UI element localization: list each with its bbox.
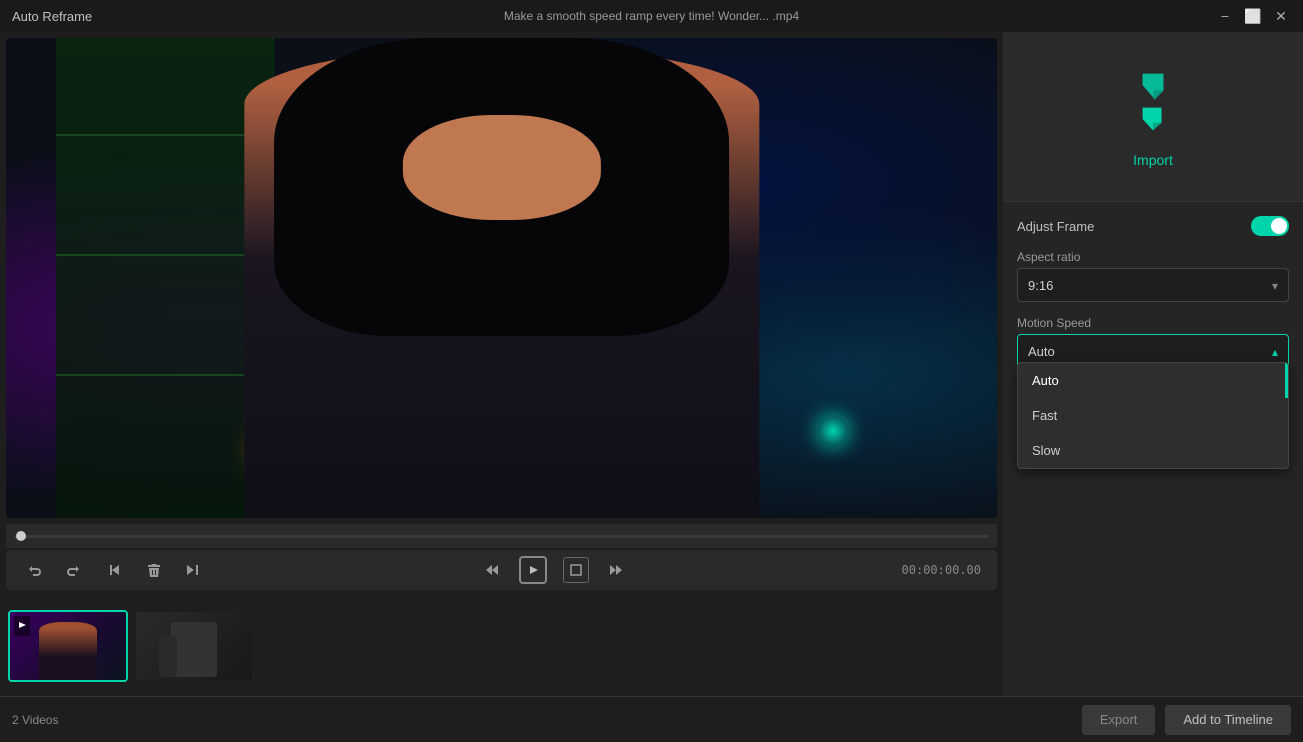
dropdown-item-auto[interactable]: Auto [1018, 363, 1288, 398]
aspect-ratio-chevron [1272, 278, 1278, 293]
import-section: Import [1003, 32, 1303, 202]
aspect-ratio-select[interactable]: 9:16 [1017, 268, 1289, 302]
scrubber-track[interactable] [14, 535, 989, 538]
first-frame-button[interactable] [102, 558, 126, 582]
minimize-button[interactable]: − [1215, 6, 1235, 26]
timeline-scrubber[interactable] [6, 524, 997, 548]
close-button[interactable]: ✕ [1271, 6, 1291, 26]
thumbnail-1[interactable] [8, 610, 128, 682]
filename-label: Make a smooth speed ramp every time! Won… [504, 9, 799, 23]
logo-icon-top [1133, 66, 1173, 106]
undo-button[interactable] [22, 558, 46, 582]
footer-bar: 2 Videos Export Add to Timeline [0, 696, 1303, 742]
motion-speed-value: Auto [1028, 344, 1055, 359]
adjust-frame-header: Adjust Frame [1017, 216, 1289, 236]
thumbnail-2[interactable] [134, 610, 254, 682]
add-to-timeline-button[interactable]: Add to Timeline [1165, 705, 1291, 735]
window-controls: − ⬜ ✕ [1215, 6, 1291, 26]
app-title: Auto Reframe [12, 9, 92, 24]
aspect-ratio-field: Aspect ratio 9:16 [1017, 250, 1289, 302]
dropdown-selected-indicator [1285, 363, 1288, 398]
last-frame-button[interactable] [182, 558, 206, 582]
export-button[interactable]: Export [1082, 705, 1156, 735]
logo-bottom-svg [1135, 101, 1171, 139]
dropdown-slow-label: Slow [1032, 443, 1060, 458]
adjust-frame-toggle[interactable] [1251, 216, 1289, 236]
thumbnail-strip [0, 596, 1003, 696]
video-count-label: 2 Videos [12, 713, 58, 727]
logo-icon-bottom [1135, 102, 1171, 138]
controls-bar: 00:00:00.00 [6, 550, 997, 590]
video-area: 00:00:00.00 [0, 32, 1003, 696]
step-fwd-button[interactable] [605, 558, 629, 582]
motion-speed-label: Motion Speed [1017, 316, 1289, 330]
step-back-button[interactable] [479, 558, 503, 582]
restore-button[interactable]: ⬜ [1243, 6, 1263, 26]
video-preview [6, 38, 997, 518]
video-frame [6, 38, 997, 518]
right-panel: Import Adjust Frame Aspect ratio 9:16 [1003, 32, 1303, 696]
scrubber-thumb[interactable] [16, 531, 26, 541]
dropdown-item-fast[interactable]: Fast [1018, 398, 1288, 433]
delete-button[interactable] [142, 558, 166, 582]
import-button[interactable]: Import [1133, 152, 1173, 168]
redo-button[interactable] [62, 558, 86, 582]
settings-panel: Adjust Frame Aspect ratio 9:16 Motion Sp… [1003, 202, 1303, 696]
motion-speed-chevron [1272, 344, 1278, 359]
main-content: 00:00:00.00 [0, 32, 1303, 696]
time-display: 00:00:00.00 [902, 563, 981, 577]
aspect-ratio-label: Aspect ratio [1017, 250, 1289, 264]
toggle-knob [1271, 218, 1287, 234]
motion-speed-dropdown: Auto Fast Slow [1017, 362, 1289, 469]
adjust-frame-title: Adjust Frame [1017, 219, 1094, 234]
dropdown-fast-label: Fast [1032, 408, 1057, 423]
aspect-ratio-value: 9:16 [1028, 278, 1053, 293]
frame-mode-button[interactable] [563, 557, 589, 583]
titlebar: Auto Reframe Make a smooth speed ramp ev… [0, 0, 1303, 32]
motion-speed-field: Motion Speed Auto [1017, 316, 1289, 368]
dropdown-item-slow[interactable]: Slow [1018, 433, 1288, 468]
play-button[interactable] [519, 556, 547, 584]
import-icon-area [1133, 66, 1173, 138]
dropdown-auto-label: Auto [1032, 373, 1059, 388]
